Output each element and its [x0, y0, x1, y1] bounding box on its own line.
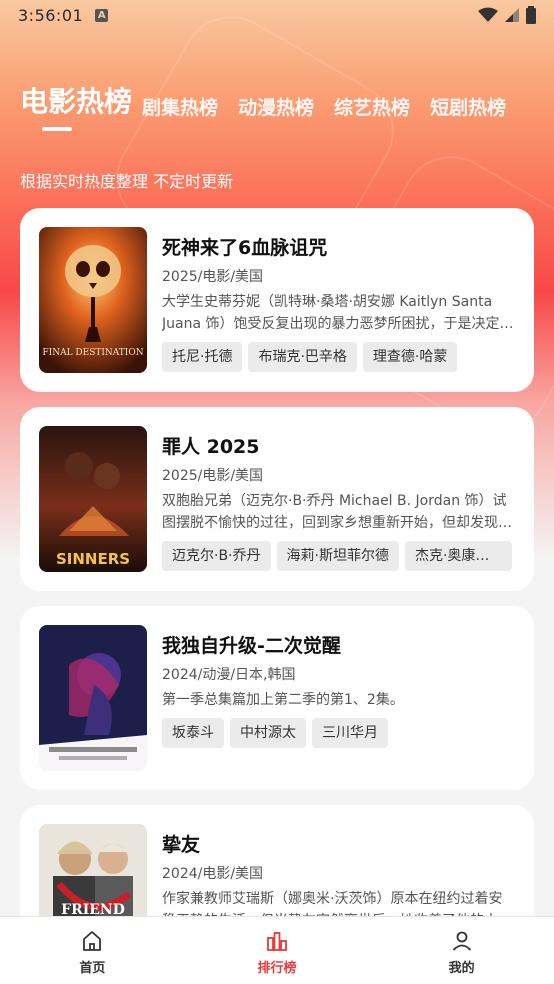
notification-icon: A — [95, 8, 109, 22]
poster-title-text: SINNERS — [56, 550, 130, 568]
tab-short-drama[interactable]: 短剧热榜 — [430, 93, 506, 120]
active-tab-indicator — [42, 127, 72, 131]
nav-ranking[interactable]: 排行榜 — [185, 917, 370, 984]
cast-chip[interactable]: 迈克尔·B·乔丹 — [162, 541, 271, 571]
tab-movie[interactable]: 电影热榜 — [20, 80, 132, 120]
status-bar: 3:56:01 A — [0, 0, 554, 30]
ranking-list: FINAL DESTINATION 死神来了6血脉诅咒 2025/电影/美国 大… — [20, 208, 534, 984]
item-meta: 2025/电影/美国 — [162, 468, 264, 484]
tab-series[interactable]: 剧集热榜 — [142, 93, 218, 120]
item-meta: 2025/电影/美国 — [162, 269, 264, 285]
item-title: 挚友 — [162, 834, 201, 856]
tab-anime[interactable]: 动漫热榜 — [238, 93, 314, 120]
item-description: 大学生史蒂芬妮（凯特琳·桑塔·胡安娜 Kaitlyn Santa Juana 饰… — [162, 294, 514, 332]
cast-chip[interactable]: 布瑞克·巴辛格 — [248, 342, 357, 372]
chart-icon — [267, 932, 287, 951]
signal-icon — [505, 8, 519, 22]
tab-variety[interactable]: 综艺热榜 — [334, 93, 410, 120]
item-title: 死神来了6血脉诅咒 — [162, 237, 328, 259]
category-tabs: 电影热榜 剧集热榜 动漫热榜 综艺热榜 短剧热榜 — [20, 80, 540, 120]
nav-home-label: 首页 — [79, 961, 106, 976]
cast-chip[interactable]: 托尼·托德 — [162, 342, 243, 372]
wifi-icon — [478, 7, 498, 22]
list-item[interactable]: 我独自升级-二次觉醒 2024/动漫/日本,韩国 第一季总集篇加上第二季的第1、… — [20, 606, 534, 790]
poster-image: SINNERS — [39, 426, 147, 572]
cast-list: 坂泰斗 中村源太 三川华月 — [162, 718, 515, 748]
cast-list: 托尼·托德 布瑞克·巴辛格 理查德·哈蒙 — [162, 342, 515, 372]
nav-profile-label: 我的 — [448, 961, 475, 976]
user-icon — [452, 931, 471, 951]
item-meta: 2024/动漫/日本,韩国 — [162, 667, 296, 683]
page-subtitle: 根据实时热度整理 不定时更新 — [20, 172, 234, 191]
battery-icon — [526, 6, 536, 24]
cast-chip[interactable]: 中村源太 — [230, 718, 306, 748]
nav-profile[interactable]: 我的 — [369, 917, 554, 984]
item-title: 我独自升级-二次觉醒 — [162, 635, 341, 657]
poster-title-text: FINAL DESTINATION — [42, 348, 143, 358]
cast-list: 迈克尔·B·乔丹 海莉·斯坦菲尔德 杰克·奥康奈尔 — [162, 541, 515, 571]
nav-home[interactable]: 首页 — [0, 917, 185, 984]
cast-chip[interactable]: 理查德·哈蒙 — [362, 342, 458, 372]
poster-image — [39, 625, 147, 771]
item-meta: 2024/电影/美国 — [162, 866, 264, 882]
status-icons — [478, 6, 536, 24]
item-description: 双胞胎兄弟（迈克尔·B·乔丹 Michael B. Jordan 饰）试图摆脱不… — [162, 493, 512, 531]
home-icon — [83, 931, 102, 951]
cast-chip[interactable]: 海莉·斯坦菲尔德 — [276, 541, 399, 571]
poster-image: FINAL DESTINATION — [39, 227, 147, 373]
bottom-navigation: 首页 排行榜 我的 — [0, 916, 554, 984]
nav-ranking-label: 排行榜 — [257, 961, 297, 976]
item-description: 第一季总集篇加上第二季的第1、2集。 — [162, 692, 404, 708]
status-time: 3:56:01 — [18, 5, 84, 25]
cast-chip[interactable]: 坂泰斗 — [162, 718, 224, 748]
list-item[interactable]: FINAL DESTINATION 死神来了6血脉诅咒 2025/电影/美国 大… — [20, 208, 534, 392]
item-title: 罪人 2025 — [162, 436, 260, 458]
cast-chip[interactable]: 三川华月 — [312, 718, 388, 748]
cast-chip[interactable]: 杰克·奥康奈尔 — [404, 541, 512, 571]
list-item[interactable]: SINNERS 罪人 2025 2025/电影/美国 双胞胎兄弟（迈克尔·B·乔… — [20, 407, 534, 591]
